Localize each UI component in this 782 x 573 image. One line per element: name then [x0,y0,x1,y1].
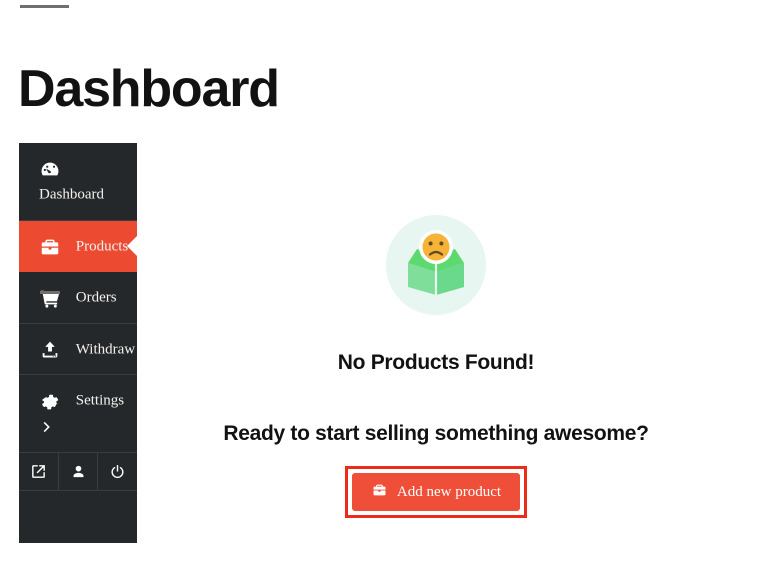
content-divider [40,291,60,294]
sidebar-item-label: Withdraw [75,341,136,358]
empty-state-title: No Products Found! [337,351,535,374]
sidebar-item-settings[interactable]: Settings [19,375,137,453]
briefcase-icon [39,236,61,256]
tachometer-icon [39,159,61,179]
gear-icon [39,391,61,411]
empty-state-subtitle: Ready to start selling something awesome… [223,422,649,445]
sidebar-item-label: Orders [75,289,117,306]
add-new-product-button[interactable]: Add new product [351,473,521,511]
add-product-highlight-box: Add new product [344,466,528,518]
power-icon[interactable] [98,453,137,490]
sidebar-item-label: Products [75,238,129,255]
chevron-right-icon [39,418,55,436]
upload-icon [39,339,61,359]
sidebar-item-label: Dashboard [39,186,104,203]
user-icon[interactable] [59,452,99,490]
sidebar-footer [19,452,137,491]
top-divider [20,5,69,8]
sidebar-item-products[interactable]: Products [19,220,138,273]
sidebar-nav-list: Dashboard Products Orders Withdraw Setti… [19,143,138,491]
main-content: No Products Found! Ready to start sellin… [137,143,735,518]
add-new-product-label: Add new product [396,483,502,500]
briefcase-icon [371,482,388,502]
sidebar-item-label: Settings [75,392,125,409]
sidebar-item-withdraw[interactable]: Withdraw [19,324,137,376]
page-title: Dashboard [18,59,280,118]
sad-face-empty-box-icon [386,215,486,315]
sidebar-item-orders[interactable]: Orders [19,272,137,324]
external-link-icon[interactable] [19,452,59,490]
sidebar-item-dashboard[interactable]: Dashboard [19,143,137,221]
sidebar: Dashboard Products Orders Withdraw Setti… [19,143,138,543]
